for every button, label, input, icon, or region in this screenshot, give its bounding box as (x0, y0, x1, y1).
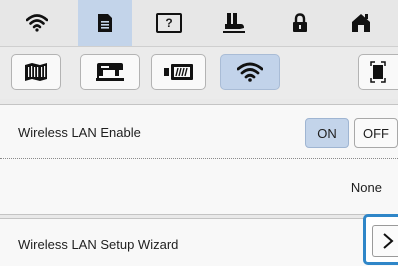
help-box-label: ? (165, 16, 173, 30)
subtab-sewing-machine[interactable] (80, 54, 140, 90)
tab-help[interactable]: ? (142, 0, 196, 46)
pattern-feed-icon (163, 64, 193, 80)
tab-lock[interactable] (273, 0, 327, 46)
tab-wifi[interactable] (10, 0, 64, 46)
subtab-fabric[interactable] (11, 54, 61, 90)
row-divider (0, 158, 398, 159)
tab-home[interactable] (334, 0, 388, 46)
screen-frame-icon (370, 61, 386, 83)
sewing-foot-icon (223, 13, 245, 33)
setup-wizard-arrow-box (372, 225, 398, 257)
wireless-lan-enable-label: Wireless LAN Enable (18, 125, 141, 140)
wifi-icon (26, 14, 48, 32)
subtab-pattern[interactable] (151, 54, 206, 90)
home-icon (352, 14, 370, 32)
chevron-right-icon (383, 233, 394, 249)
subtab-screen-frame[interactable] (358, 54, 398, 90)
sewing-machine-icon (96, 63, 124, 81)
tab-document[interactable] (78, 0, 132, 46)
settings-category-bar (0, 47, 398, 99)
lock-icon (293, 13, 307, 32)
tab-sewing-foot[interactable] (207, 0, 261, 46)
wifi-icon (237, 62, 263, 82)
setup-wizard-row[interactable]: Wireless LAN Setup Wizard (0, 218, 398, 266)
help-box-icon: ? (156, 13, 182, 33)
wireless-settings-panel: Wireless LAN Enable ON OFF None (0, 104, 398, 215)
network-name-value: None (350, 180, 382, 195)
top-tab-bar: ? (0, 0, 398, 47)
setup-wizard-button[interactable] (363, 214, 398, 265)
wireless-off-button[interactable]: OFF (354, 118, 398, 148)
setup-wizard-label: Wireless LAN Setup Wizard (18, 237, 179, 252)
wireless-on-button[interactable]: ON (305, 118, 349, 148)
fabric-icon (25, 63, 47, 81)
subtab-wireless[interactable] (220, 54, 280, 90)
document-icon (98, 14, 112, 32)
